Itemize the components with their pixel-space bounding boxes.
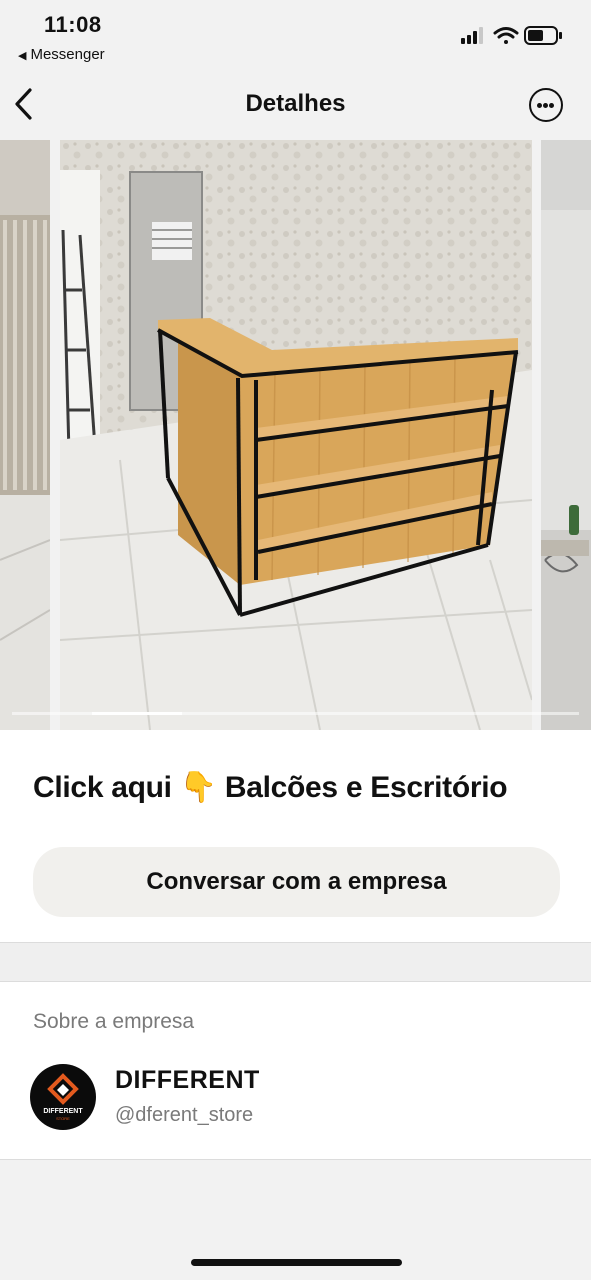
company-logo[interactable]: DIFFERENT STORE bbox=[30, 1064, 96, 1130]
next-photo[interactable] bbox=[541, 140, 591, 730]
product-title: Click aqui 👇 Balcões e Escritório bbox=[33, 771, 508, 804]
svg-text:STORE: STORE bbox=[56, 1116, 70, 1121]
more-options-icon[interactable] bbox=[529, 88, 563, 122]
section-divider bbox=[0, 942, 591, 982]
company-profile-row[interactable]: DIFFERENT STORE DIFFERENT @dferent_store bbox=[30, 1062, 570, 1132]
back-triangle-icon: ◀ bbox=[18, 50, 27, 62]
wifi-icon bbox=[493, 27, 519, 44]
status-time: 11:08 bbox=[44, 12, 102, 37]
more-dot bbox=[543, 103, 548, 108]
back-app-label: Messenger bbox=[30, 46, 105, 63]
company-name: DIFFERENT bbox=[115, 1066, 260, 1094]
more-dot bbox=[537, 103, 542, 108]
previous-photo[interactable] bbox=[0, 140, 50, 730]
status-bar: 11:08 ◀ Messenger bbox=[0, 0, 591, 70]
signal-icon bbox=[461, 27, 483, 44]
more-dot bbox=[549, 103, 554, 108]
about-company-panel: Sobre a empresa DIFFERENT STORE DIFFEREN… bbox=[0, 982, 591, 1160]
about-heading: Sobre a empresa bbox=[33, 1010, 195, 1033]
carousel-progress-fill bbox=[92, 712, 182, 715]
back-to-app-link[interactable]: ◀ Messenger bbox=[18, 46, 105, 63]
nav-bar: Detalhes bbox=[0, 70, 591, 140]
page-title: Detalhes bbox=[245, 90, 346, 117]
chat-with-company-button[interactable]: Conversar com a empresa bbox=[33, 847, 560, 917]
home-indicator[interactable] bbox=[191, 1259, 402, 1266]
product-panel: Click aqui 👇 Balcões e Escritório Conver… bbox=[0, 730, 591, 942]
image-carousel[interactable] bbox=[0, 140, 591, 730]
logo-wordmark: DIFFERENT bbox=[43, 1108, 83, 1115]
company-handle: @dferent_store bbox=[115, 1104, 254, 1126]
status-icons bbox=[459, 24, 569, 48]
battery-icon bbox=[524, 26, 562, 45]
product-photo[interactable] bbox=[60, 140, 532, 730]
